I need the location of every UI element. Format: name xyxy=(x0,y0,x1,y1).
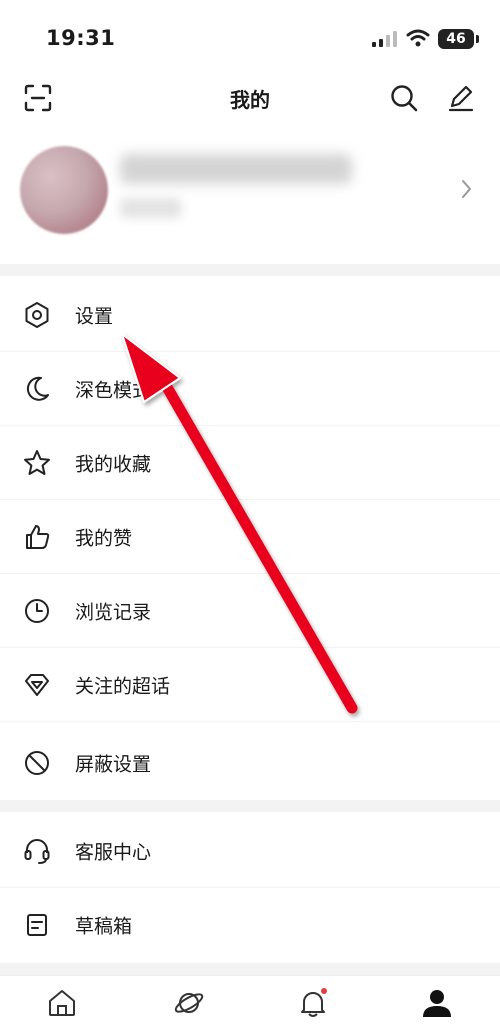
menu-label: 设置 xyxy=(75,305,114,328)
menu-label: 客服中心 xyxy=(75,841,152,864)
edit-icon[interactable] xyxy=(444,82,476,114)
home-icon[interactable] xyxy=(45,986,79,1020)
moon-icon xyxy=(26,376,49,401)
menu-item-likes[interactable]: 我的赞 xyxy=(0,500,500,574)
clock-icon xyxy=(25,599,49,623)
avatar[interactable] xyxy=(20,146,108,234)
menu-label: 我的赞 xyxy=(75,527,133,550)
section-divider xyxy=(0,963,500,975)
menu-label: 屏蔽设置 xyxy=(75,753,152,776)
menu-item-favorites[interactable]: 我的收藏 xyxy=(0,426,500,500)
user-info-blurred xyxy=(120,198,182,218)
profile-card[interactable] xyxy=(0,140,500,240)
star-icon xyxy=(24,450,50,475)
draft-icon xyxy=(27,914,47,936)
profile-icon[interactable] xyxy=(420,986,454,1020)
menu-item-history[interactable]: 浏览记录 xyxy=(0,574,500,648)
status-bar: 19:31 46 xyxy=(0,0,500,78)
menu-label: 浏览记录 xyxy=(75,601,152,624)
section-divider xyxy=(0,800,500,812)
menu-item-block-settings[interactable]: 屏蔽设置 xyxy=(0,726,500,800)
menu-item-settings[interactable]: 设置 xyxy=(0,278,500,352)
search-icon[interactable] xyxy=(388,82,420,114)
thumbs-up-icon xyxy=(26,525,50,549)
signal-icon xyxy=(372,31,397,47)
page-header: 我的 xyxy=(0,78,500,118)
notification-dot xyxy=(321,988,327,994)
planet-icon[interactable] xyxy=(172,986,206,1020)
hexagon-settings-icon xyxy=(25,302,49,328)
chevron-right-icon xyxy=(462,180,471,198)
menu-item-super-topics[interactable]: 关注的超话 xyxy=(0,648,500,722)
menu-item-customer-service[interactable]: 客服中心 xyxy=(0,814,500,888)
diamond-icon xyxy=(25,674,49,696)
menu-label: 深色模式 xyxy=(75,379,152,402)
headset-icon xyxy=(24,839,50,864)
bottom-navigation xyxy=(0,975,500,1025)
wifi-icon xyxy=(406,29,430,47)
menu-label: 草稿箱 xyxy=(75,915,133,938)
section-divider xyxy=(0,264,500,276)
battery-tip xyxy=(476,35,479,43)
row-separator xyxy=(0,721,500,722)
username-blurred xyxy=(120,154,352,184)
battery-indicator: 46 xyxy=(438,29,474,49)
status-time: 19:31 xyxy=(46,26,116,50)
page-title: 我的 xyxy=(230,88,270,112)
menu-item-drafts[interactable]: 草稿箱 xyxy=(0,888,500,962)
menu-label: 我的收藏 xyxy=(75,453,152,476)
menu-item-dark-mode[interactable]: 深色模式 xyxy=(0,352,500,426)
menu-label: 关注的超话 xyxy=(75,675,171,698)
block-icon xyxy=(25,751,49,775)
